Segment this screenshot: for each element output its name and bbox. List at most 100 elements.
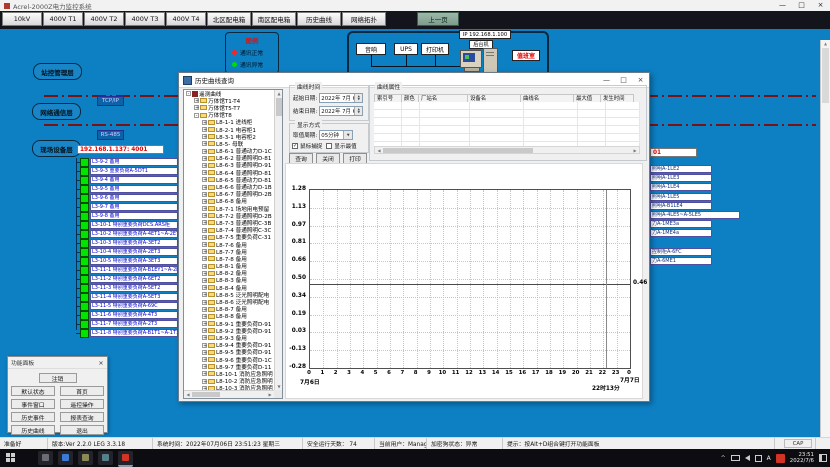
tree-expander-icon[interactable]: + bbox=[202, 307, 207, 312]
taskbar-app-icon[interactable] bbox=[98, 451, 113, 465]
func-button-历史曲线[interactable]: 历史曲线 bbox=[11, 425, 55, 435]
tree-expander-icon[interactable]: + bbox=[202, 185, 207, 190]
tree-expander-icon[interactable]: + bbox=[202, 328, 207, 333]
scrollbar-thumb[interactable] bbox=[383, 148, 533, 153]
tree-expander-icon[interactable]: + bbox=[202, 285, 207, 290]
start-date-spinner[interactable]: 2022年 7月 6 ▲▼ bbox=[319, 93, 363, 103]
tree-expander-icon[interactable]: + bbox=[202, 300, 207, 305]
tree-expander-icon[interactable]: - bbox=[194, 113, 199, 118]
tab-历史曲线[interactable]: 历史曲线 bbox=[297, 12, 341, 26]
scrollbar-thumb[interactable] bbox=[276, 98, 282, 116]
tree-expander-icon[interactable]: + bbox=[194, 105, 199, 110]
app-vertical-scrollbar[interactable]: ▲ ▼ bbox=[820, 40, 830, 437]
taskbar-app-icon[interactable] bbox=[78, 451, 93, 465]
tree-expander-icon[interactable]: + bbox=[202, 206, 207, 211]
tree-expander-icon[interactable]: + bbox=[202, 379, 207, 384]
tree-expander-icon[interactable]: + bbox=[202, 256, 207, 261]
taskbar-app-icon[interactable] bbox=[58, 451, 73, 465]
tree-expander-icon[interactable]: - bbox=[186, 91, 191, 96]
end-date-spinner[interactable]: 2022年 7月 6 ▲▼ bbox=[319, 106, 363, 116]
ime-icon[interactable] bbox=[755, 455, 762, 462]
close-icon[interactable]: × bbox=[811, 0, 830, 11]
tree-expander-icon[interactable]: + bbox=[202, 177, 207, 182]
func-button-报表查询[interactable]: 报表查询 bbox=[60, 412, 104, 422]
tree-expander-icon[interactable]: + bbox=[202, 220, 207, 225]
tab-400V T4[interactable]: 400V T4 bbox=[166, 12, 206, 26]
tree-expander-icon[interactable]: + bbox=[194, 98, 199, 103]
previous-page-button[interactable]: 上一页 bbox=[417, 12, 459, 26]
function-panel-titlebar[interactable]: 功能面板 × bbox=[8, 357, 107, 369]
tree-vertical-scrollbar[interactable]: ▲ ▼ bbox=[274, 90, 282, 390]
speaker-icon[interactable] bbox=[745, 455, 750, 461]
tree-expander-icon[interactable]: + bbox=[202, 192, 207, 197]
func-button-首页[interactable]: 首页 bbox=[60, 386, 104, 396]
dropdown-arrow-icon[interactable]: ▼ bbox=[343, 131, 352, 139]
minimize-icon[interactable]: — bbox=[773, 0, 792, 11]
tray-expand-icon[interactable]: ^ bbox=[721, 455, 726, 462]
curve-tree[interactable]: -遥测曲线+万体馆T1-T4+万体馆T5-T7-万体馆T8+L8-1-1 进线柜… bbox=[184, 90, 274, 390]
logout-button[interactable]: 注销 bbox=[39, 373, 77, 383]
show-max-checkbox[interactable]: ✓ bbox=[326, 143, 332, 149]
tab-网络拓扑[interactable]: 网络拓扑 bbox=[342, 12, 386, 26]
tree-expander-icon[interactable]: + bbox=[202, 120, 207, 125]
table-horizontal-scrollbar[interactable]: ◀ ▶ bbox=[374, 146, 640, 154]
tab-10kV[interactable]: 10kV bbox=[2, 12, 42, 26]
tree-expander-icon[interactable]: + bbox=[202, 364, 207, 369]
tree-expander-icon[interactable]: + bbox=[202, 228, 207, 233]
tree-expander-icon[interactable]: + bbox=[202, 292, 207, 297]
scroll-left-icon[interactable]: ◀ bbox=[375, 147, 383, 154]
func-button-历史事件[interactable]: 历史事件 bbox=[11, 412, 55, 422]
tree-expander-icon[interactable]: + bbox=[202, 149, 207, 154]
scrollbar-thumb[interactable] bbox=[822, 48, 829, 103]
scroll-up-icon[interactable]: ▲ bbox=[821, 41, 830, 46]
tree-expander-icon[interactable]: + bbox=[202, 242, 207, 247]
func-button-事件窗口[interactable]: 事件窗口 bbox=[11, 399, 55, 409]
scroll-right-icon[interactable]: ▶ bbox=[266, 391, 274, 398]
scroll-right-icon[interactable]: ▶ bbox=[631, 147, 639, 154]
tree-expander-icon[interactable]: + bbox=[202, 213, 207, 218]
taskbar-clock[interactable]: 23:51 2022/7/6 bbox=[790, 452, 814, 464]
tree-expander-icon[interactable]: + bbox=[202, 264, 207, 269]
tray-app-icon[interactable] bbox=[776, 454, 785, 463]
tree-horizontal-scrollbar[interactable]: ◀ ▶ bbox=[184, 390, 274, 398]
taskbar-app-icon-active[interactable] bbox=[118, 451, 133, 467]
taskbar-app-icon[interactable] bbox=[38, 451, 53, 465]
scroll-down-icon[interactable]: ▼ bbox=[275, 383, 283, 390]
func-button-退出[interactable]: 退出 bbox=[60, 425, 104, 435]
tree-expander-icon[interactable]: + bbox=[202, 278, 207, 283]
tree-expander-icon[interactable]: + bbox=[202, 314, 207, 319]
tree-expander-icon[interactable]: + bbox=[202, 156, 207, 161]
input-language-indicator[interactable]: A bbox=[767, 455, 771, 462]
maximize-icon[interactable]: □ bbox=[792, 0, 811, 11]
spinner-arrows-icon[interactable]: ▲▼ bbox=[354, 94, 362, 102]
scroll-up-icon[interactable]: ▲ bbox=[275, 90, 283, 97]
tree-expander-icon[interactable]: + bbox=[202, 127, 207, 132]
tree-expander-icon[interactable]: + bbox=[202, 134, 207, 139]
scrollbar-thumb[interactable] bbox=[192, 392, 220, 397]
tab-400V T2[interactable]: 400V T2 bbox=[84, 12, 124, 26]
tree-expander-icon[interactable]: + bbox=[202, 343, 207, 348]
tree-expander-icon[interactable]: + bbox=[202, 357, 207, 362]
tab-南区配电箱[interactable]: 南区配电箱 bbox=[252, 12, 296, 26]
spinner-arrows-icon[interactable]: ▲▼ bbox=[354, 107, 362, 115]
period-dropdown[interactable]: 05分钟 ▼ bbox=[319, 130, 353, 140]
tree-expander-icon[interactable]: + bbox=[202, 235, 207, 240]
tree-expander-icon[interactable]: + bbox=[202, 335, 207, 340]
tree-expander-icon[interactable]: + bbox=[202, 271, 207, 276]
tree-expander-icon[interactable]: + bbox=[202, 141, 207, 146]
tree-expander-icon[interactable]: + bbox=[202, 321, 207, 326]
close-icon[interactable]: × bbox=[95, 359, 107, 367]
tree-expander-icon[interactable]: + bbox=[202, 163, 207, 168]
tree-expander-icon[interactable]: + bbox=[202, 371, 207, 376]
tab-400V T3[interactable]: 400V T3 bbox=[125, 12, 165, 26]
func-button-默认状态[interactable]: 默认状态 bbox=[11, 386, 55, 396]
keyboard-icon[interactable] bbox=[731, 455, 740, 461]
start-button-icon[interactable] bbox=[6, 453, 16, 463]
tree-expander-icon[interactable]: + bbox=[202, 350, 207, 355]
tab-北区配电箱[interactable]: 北区配电箱 bbox=[207, 12, 251, 26]
mouse-capture-checkbox[interactable]: ✓ bbox=[292, 143, 298, 149]
scroll-left-icon[interactable]: ◀ bbox=[184, 391, 192, 398]
func-button-遥控操作[interactable]: 遥控操作 bbox=[60, 399, 104, 409]
tab-400V T1[interactable]: 400V T1 bbox=[43, 12, 83, 26]
tree-expander-icon[interactable]: + bbox=[202, 170, 207, 175]
